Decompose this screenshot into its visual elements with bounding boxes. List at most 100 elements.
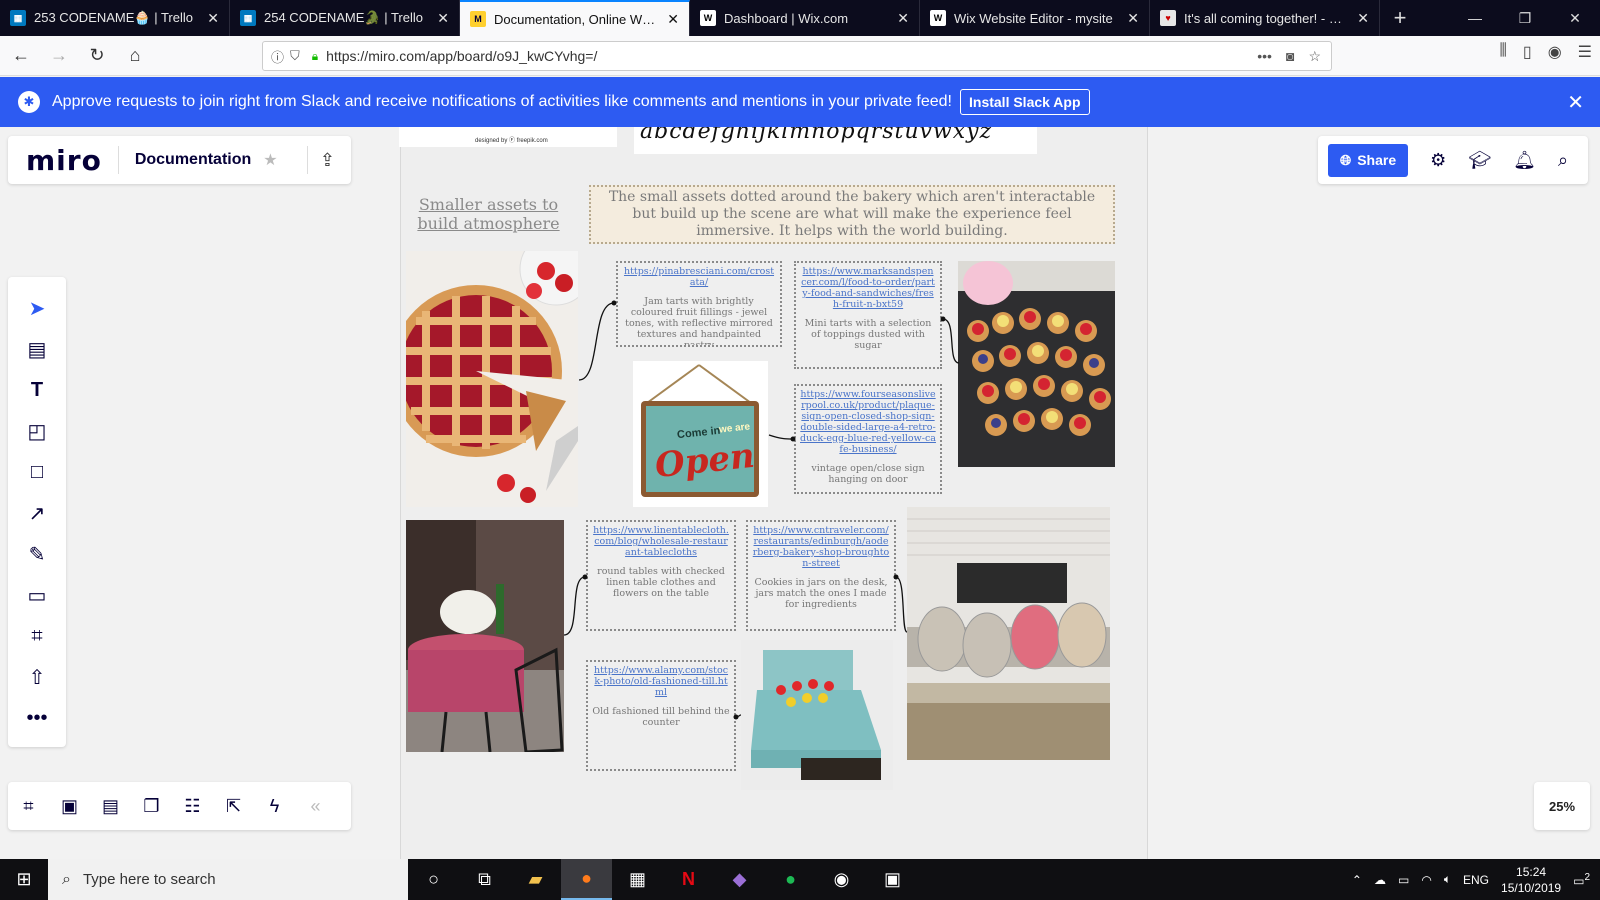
menu-icon[interactable]: ☰ <box>1578 42 1592 62</box>
shield-icon[interactable]: ⛉ <box>290 48 300 64</box>
activity-lightning-icon[interactable]: ϟ <box>254 796 295 817</box>
collapse-chevron-icon[interactable]: « <box>295 796 336 817</box>
comment-icon[interactable]: ▭ <box>8 576 66 614</box>
board-frame[interactable]: designed by Ⓕ freepik.com abcdefghijklmn… <box>399 127 1148 859</box>
notifications-bell-icon[interactable]: 🔔︎ <box>1513 150 1536 171</box>
system-tray: ⌃ ☁ ▭ ◠ 🔈︎ ENG 15:24 15/10/2019 ▭2 <box>1352 864 1600 896</box>
star-icon[interactable]: ★ <box>263 150 277 170</box>
templates-icon[interactable]: ▤ <box>8 330 66 368</box>
browser-tab[interactable]: ▦ 253 CODENAME🧁 | Trello ✕ <box>0 0 230 36</box>
trello-icon: ▦ <box>240 10 256 26</box>
tray-chevron-icon[interactable]: ⌃ <box>1352 873 1362 887</box>
comments-icon[interactable]: ▤ <box>90 796 131 817</box>
more-tools-icon[interactable]: ••• <box>8 699 66 737</box>
bookmark-star-icon[interactable]: ☆ <box>1308 48 1321 65</box>
date: 15/10/2019 <box>1501 880 1562 895</box>
install-slack-app-button[interactable]: Install Slack App <box>960 89 1090 115</box>
zoom-level[interactable]: 25% <box>1534 782 1590 830</box>
minimize-icon[interactable]: — <box>1450 0 1500 36</box>
netflix-icon[interactable]: N <box>663 859 714 900</box>
chat-icon[interactable]: ❐ <box>131 796 172 817</box>
board-title[interactable]: Documentation <box>135 151 251 169</box>
cortana-icon[interactable]: ○ <box>408 859 459 900</box>
file-explorer-icon[interactable]: ▰ <box>510 859 561 900</box>
close-tab-icon[interactable]: ✕ <box>1127 10 1139 27</box>
tab-title: Documentation, Online Whiteb <box>494 11 660 27</box>
arrow-tool-icon[interactable]: ↗ <box>8 494 66 532</box>
clock[interactable]: 15:24 15/10/2019 <box>1501 864 1561 896</box>
restore-icon[interactable]: ❐ <box>1500 0 1550 36</box>
shape-tool-icon[interactable]: □ <box>8 453 66 491</box>
spotify-icon[interactable]: ● <box>765 859 816 900</box>
info-icon[interactable]: ⓘ <box>271 47 284 66</box>
taskbar-search[interactable]: ⌕ Type here to search <box>48 859 408 900</box>
learning-center-icon[interactable]: 🎓︎ <box>1468 150 1491 171</box>
card-list-icon[interactable]: ☷ <box>172 796 213 817</box>
tab-title: 254 CODENAME🐊 | Trello <box>264 10 423 25</box>
wix-icon: W <box>700 10 716 26</box>
language-indicator[interactable]: ENG <box>1463 873 1489 887</box>
text-tool-icon[interactable]: T <box>8 371 66 409</box>
select-cursor-icon[interactable]: ➤ <box>8 289 66 327</box>
firefox-icon[interactable]: ● <box>561 859 612 900</box>
globe-icon: 🌐︎ <box>1340 151 1352 168</box>
new-tab-button[interactable]: + <box>1380 0 1420 36</box>
forward-icon[interactable]: → <box>42 39 76 73</box>
browser-tab[interactable]: W Dashboard | Wix.com ✕ <box>690 0 920 36</box>
reload-icon[interactable]: ↻ <box>80 39 114 73</box>
close-tab-icon[interactable]: ✕ <box>897 10 909 27</box>
tab-title: Wix Website Editor - mysite <box>954 10 1113 26</box>
back-icon[interactable]: ← <box>4 39 38 73</box>
page-actions-icon[interactable]: ••• <box>1257 48 1272 65</box>
browser-tab[interactable]: ♥ It's all coming together! - Wee ✕ <box>1150 0 1380 36</box>
github-icon[interactable]: ◉ <box>816 859 867 900</box>
store-icon[interactable]: ▦ <box>612 859 663 900</box>
presentation-icon[interactable]: ▣ <box>49 796 90 817</box>
miro-logo[interactable]: miro <box>26 144 102 177</box>
close-tab-icon[interactable]: ✕ <box>1357 10 1369 27</box>
divider <box>117 146 119 174</box>
battery-icon[interactable]: ▭ <box>1398 873 1409 887</box>
cloud-icon[interactable]: ☁ <box>1374 873 1386 887</box>
browser-tab-active[interactable]: M Documentation, Online Whiteb ✕ <box>460 0 690 36</box>
close-tab-icon[interactable]: ✕ <box>207 10 219 27</box>
close-window-icon[interactable]: ✕ <box>1550 0 1600 36</box>
pen-tool-icon[interactable]: ✎ <box>8 535 66 573</box>
browser-tab[interactable]: ▦ 254 CODENAME🐊 | Trello ✕ <box>230 0 460 36</box>
url-bar[interactable]: ⓘ ⛉ 🔒︎ https://miro.com/app/board/o9J_kw… <box>262 41 1332 71</box>
visual-studio-icon[interactable]: ◆ <box>714 859 765 900</box>
frame-tool-icon[interactable]: ⌗ <box>8 617 66 655</box>
search-icon[interactable]: ⌕ <box>1558 150 1568 171</box>
notifications-icon[interactable]: ▭2 <box>1573 872 1590 888</box>
close-tab-icon[interactable]: ✕ <box>437 10 449 27</box>
notification-count: 2 <box>1584 871 1590 883</box>
frames-icon[interactable]: ⌗ <box>8 796 49 817</box>
home-icon[interactable]: ⌂ <box>118 39 152 73</box>
left-toolbar: ➤ ▤ T ◰ □ ↗ ✎ ▭ ⌗ ⇧ ••• <box>8 277 66 747</box>
slack-banner: ✱ Approve requests to join right from Sl… <box>0 77 1600 127</box>
library-icon[interactable]: ⫼ <box>1500 42 1507 62</box>
wifi-icon[interactable]: ◠ <box>1421 873 1431 887</box>
sticky-note-icon[interactable]: ◰ <box>8 412 66 450</box>
browser-tab[interactable]: W Wix Website Editor - mysite ✕ <box>920 0 1150 36</box>
windows-start-icon[interactable]: ⊞ <box>0 859 48 900</box>
close-banner-icon[interactable]: ✕ <box>1567 90 1584 115</box>
export-icon[interactable]: ⇪ <box>307 146 335 174</box>
screen-share-icon[interactable]: ⇱ <box>213 796 254 817</box>
pocket-icon[interactable]: ◙ <box>1286 48 1294 65</box>
close-tab-icon[interactable]: ✕ <box>667 11 679 28</box>
browser-tab-strip: ▦ 253 CODENAME🧁 | Trello ✕ ▦ 254 CODENAM… <box>0 0 1600 36</box>
sidebar-icon[interactable]: ▯ <box>1523 42 1532 62</box>
volume-icon[interactable]: 🔈︎ <box>1444 872 1451 887</box>
share-button[interactable]: 🌐︎ Share <box>1328 143 1409 177</box>
connector-lines <box>563 300 960 720</box>
miro-board-canvas[interactable]: designed by Ⓕ freepik.com abcdefghijklmn… <box>0 127 1600 859</box>
task-view-icon[interactable]: ⧉ <box>459 859 510 900</box>
settings-sliders-icon[interactable]: ⚙ <box>1430 150 1446 171</box>
browser-toolbar-right: ⫼ ▯ ◉ ☰ <box>1500 42 1593 62</box>
account-icon[interactable]: ◉ <box>1548 42 1562 62</box>
app-icon[interactable]: ▣ <box>867 859 918 900</box>
top-right-toolbar: 🌐︎ Share ⚙ 🎓︎ 🔔︎ ⌕ <box>1318 136 1588 184</box>
upload-icon[interactable]: ⇧ <box>8 658 66 696</box>
url-text[interactable]: https://miro.com/app/board/o9J_kwCYvhg=/ <box>326 48 597 64</box>
